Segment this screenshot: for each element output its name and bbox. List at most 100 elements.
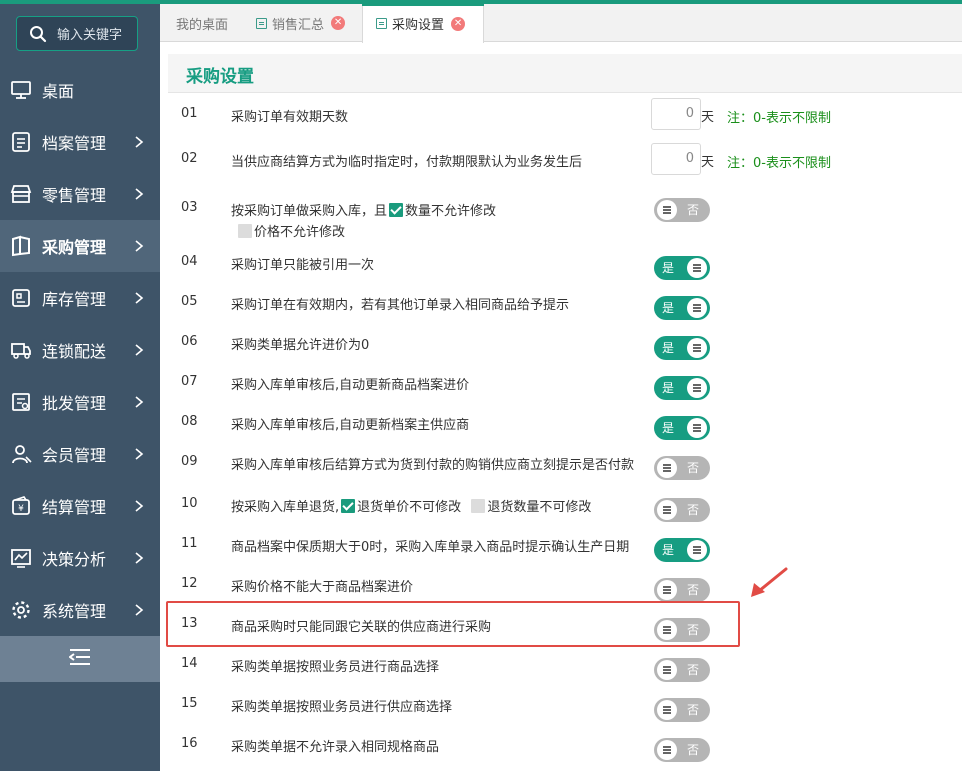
sidebar-item[interactable]: 档案管理 [0, 116, 160, 168]
setting-number: 02 [181, 151, 198, 166]
toggle-switch[interactable]: 否 [654, 498, 710, 522]
sidebar-nav: 桌面档案管理零售管理采购管理库存管理连锁配送批发管理会员管理 ¥ 结算管理决策分析系… [0, 64, 160, 636]
tab-purchase-settings[interactable]: 采购设置 ✕ [362, 4, 484, 43]
chevron-right-icon [134, 342, 144, 356]
monitor-icon [10, 79, 32, 101]
setting-label: 当供应商结算方式为临时指定时，付款期限默认为业务发生后 [231, 155, 583, 170]
tab-bar: 我的桌面 销售汇总 ✕ 采购设置 ✕ [160, 4, 962, 43]
toggle-label: 是 [662, 301, 675, 315]
setting-number: 03 [181, 200, 198, 215]
toggle-switch[interactable]: 是 [654, 376, 710, 400]
toggle-switch[interactable]: 否 [654, 698, 710, 722]
sidebar-item[interactable]: 零售管理 [0, 168, 160, 220]
setting-number: 14 [181, 656, 198, 671]
setting-label: 采购入库单审核后结算方式为货到付款的购销供应商立刻提示是否付款 [231, 458, 635, 473]
checkbox[interactable] [341, 499, 356, 513]
toggle-knob [657, 500, 677, 520]
sidebar-item[interactable]: 采购管理 [0, 220, 160, 272]
search-icon [29, 25, 47, 43]
sidebar-item[interactable]: ¥ 结算管理 [0, 480, 160, 532]
toggle-label: 是 [662, 341, 675, 355]
toggle-label: 是 [662, 381, 675, 395]
inventory-icon [10, 287, 32, 309]
toggle-label: 否 [686, 461, 699, 475]
chevron-right-icon [134, 498, 144, 512]
toggle-knob [657, 458, 677, 478]
sidebar-item-label: 批发管理 [42, 394, 107, 413]
toggle-label: 否 [686, 503, 699, 517]
sidebar-item-label: 结算管理 [42, 498, 107, 517]
sidebar-item[interactable]: 批发管理 [0, 376, 160, 428]
shop-icon [10, 183, 32, 205]
days-input[interactable]: 0 [651, 98, 701, 130]
tab-page-icon [256, 17, 267, 29]
toggle-switch[interactable]: 否 [654, 658, 710, 682]
chart-icon [10, 547, 32, 569]
tab-label: 采购设置 [392, 18, 445, 33]
wholesale-icon [10, 391, 32, 413]
arrow-annotation [751, 567, 788, 597]
toggle-switch[interactable]: 否 [654, 738, 710, 762]
user-icon [10, 443, 32, 465]
setting-number: 01 [181, 106, 198, 121]
sidebar-item[interactable]: 桌面 [0, 64, 160, 116]
sidebar-item[interactable]: 决策分析 [0, 532, 160, 584]
toggle-label: 否 [686, 703, 699, 717]
book-icon [10, 235, 32, 257]
checkbox[interactable] [238, 224, 252, 238]
toggle-switch[interactable]: 否 [654, 456, 710, 480]
setting-label: 采购类单据按照业务员进行供应商选择 [231, 700, 453, 715]
sidebar-item-label: 档案管理 [42, 134, 107, 153]
checkbox[interactable] [471, 499, 486, 513]
toggle-switch[interactable]: 是 [654, 416, 710, 440]
sidebar-item-label: 系统管理 [42, 602, 107, 621]
sidebar-item-label: 零售管理 [42, 186, 107, 205]
file-icon [10, 131, 32, 153]
sidebar-item-label: 采购管理 [42, 238, 107, 257]
toggle-knob [657, 740, 677, 760]
setting-label: 采购订单有效期天数 [231, 110, 349, 125]
setting-number: 09 [181, 454, 198, 469]
toggle-knob [687, 378, 707, 398]
tab-my-desktop[interactable]: 我的桌面 [176, 4, 228, 42]
wallet-icon: ¥ [10, 495, 32, 517]
checkbox[interactable] [389, 203, 404, 217]
setting-number: 06 [181, 334, 198, 349]
sidebar-item[interactable]: 库存管理 [0, 272, 160, 324]
sidebar-item[interactable]: 会员管理 [0, 428, 160, 480]
collapse-menu-button[interactable] [0, 636, 160, 682]
toggle-switch[interactable]: 是 [654, 256, 710, 280]
toggle-knob [687, 298, 707, 318]
truck-icon [10, 339, 32, 361]
search-box[interactable]: 输入关键字 [16, 16, 138, 51]
sidebar-item-label: 库存管理 [42, 290, 107, 309]
svg-text:¥: ¥ [18, 504, 24, 514]
chevron-right-icon [134, 602, 144, 616]
toggle-label: 否 [686, 663, 699, 677]
setting-label: 采购类单据允许进价为0 [231, 338, 370, 353]
toggle-label: 是 [662, 543, 675, 557]
sidebar-item[interactable]: 连锁配送 [0, 324, 160, 376]
close-icon[interactable]: ✕ [451, 16, 466, 31]
toggle-knob [657, 660, 677, 680]
highlight-box [166, 601, 740, 647]
setting-label: 采购入库单审核后,自动更新商品档案进价 [231, 378, 470, 393]
toggle-switch[interactable]: 否 [654, 578, 710, 602]
title-bar [168, 54, 962, 93]
toggle-switch[interactable]: 是 [654, 336, 710, 360]
toggle-switch[interactable]: 否 [654, 198, 710, 222]
close-icon[interactable]: ✕ [331, 16, 346, 30]
toggle-knob [657, 700, 677, 720]
tab-page-icon [376, 18, 387, 29]
toggle-switch[interactable]: 是 [654, 296, 710, 320]
toggle-knob [687, 418, 707, 438]
sidebar: 输入关键字 桌面档案管理零售管理采购管理库存管理连锁配送批发管理会员管理 ¥ 结算管… [0, 4, 160, 771]
toggle-switch[interactable]: 是 [654, 538, 710, 562]
days-input[interactable]: 0 [651, 143, 701, 175]
setting-label: 采购类单据按照业务员进行商品选择 [231, 660, 440, 675]
setting-label: 采购价格不能大于商品档案进价 [231, 580, 414, 595]
sidebar-item[interactable]: 系统管理 [0, 584, 160, 636]
chevron-right-icon [134, 134, 144, 148]
tab-sales-summary[interactable]: 销售汇总 ✕ [256, 4, 346, 42]
toggle-label: 是 [662, 261, 675, 275]
